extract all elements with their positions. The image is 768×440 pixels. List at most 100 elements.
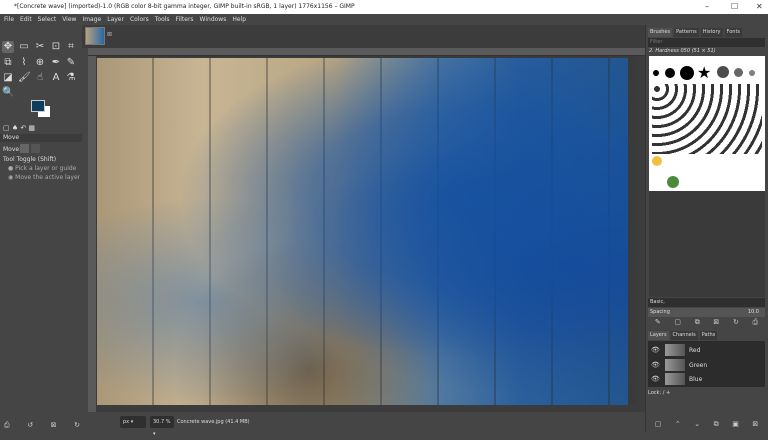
eye-icon[interactable]: 👁	[651, 361, 661, 369]
clone-icon[interactable]: ⊕	[34, 57, 46, 69]
menu-select[interactable]: Select	[38, 14, 57, 25]
foreground-color-swatch[interactable]	[31, 100, 45, 112]
close-button[interactable]: ✕	[756, 0, 763, 14]
maximize-button[interactable]: ☐	[731, 0, 738, 14]
tool-options-tabs-icon[interactable]: ▢ ♠ ↶ ▦	[3, 124, 35, 132]
to-selection-icon[interactable]: ▣	[732, 420, 739, 429]
paintbrush-icon[interactable]: 🖌	[18, 72, 31, 84]
save-options-icon[interactable]: ⎙	[4, 421, 10, 430]
color-picker-icon[interactable]: ✎	[65, 57, 77, 69]
brush-textures[interactable]	[652, 84, 762, 154]
lock-position-icon[interactable]: ✛	[666, 390, 670, 396]
menu-help[interactable]: Help	[232, 14, 246, 25]
brush-star-icon[interactable]: ★	[697, 63, 711, 82]
menu-bar: File Edit Select View Image Layer Colors…	[0, 14, 768, 25]
refresh-brushes-icon[interactable]: ↻	[733, 318, 739, 327]
vertical-scrollbar[interactable]	[636, 56, 645, 412]
menu-tools[interactable]: Tools	[155, 14, 170, 25]
zoom-tool-icon[interactable]: 🔍	[2, 87, 14, 99]
brush-item[interactable]	[734, 68, 743, 77]
menu-layer[interactable]: Layer	[107, 14, 124, 25]
smudge-icon[interactable]: ☝	[34, 72, 46, 84]
image-tabs	[82, 25, 645, 48]
restore-icon[interactable]: ↺	[27, 421, 33, 430]
delete-icon[interactable]: ⊠	[51, 421, 57, 430]
channel-name: Red	[689, 346, 701, 354]
tab-paths[interactable]: Paths	[699, 331, 718, 340]
new-channel-icon[interactable]: ▢	[655, 420, 662, 429]
brush-item[interactable]	[680, 66, 694, 80]
layers-tabs: Layers Channels Paths	[648, 331, 718, 340]
menu-windows[interactable]: Windows	[200, 14, 227, 25]
close-image-icon[interactable]: ⊠	[107, 31, 112, 38]
tool-options-panel: ▢ ♠ ↶ ▦ Move Move: Tool Toggle (Shift) ●…	[0, 122, 82, 192]
menu-view[interactable]: View	[62, 14, 76, 25]
paths-icon[interactable]: ✒	[50, 57, 62, 69]
warp-icon[interactable]: ⌇	[18, 57, 30, 69]
lock-row: Lock: / ✛	[648, 390, 670, 396]
zoom-select[interactable]: 30.7 % ▾	[150, 416, 174, 437]
scissors-icon[interactable]: ✂	[34, 41, 46, 53]
tab-brushes[interactable]: Brushes	[648, 28, 673, 37]
lower-icon[interactable]: ⌄	[694, 420, 700, 429]
dodge-icon[interactable]: ⚗	[65, 72, 77, 84]
channel-actions: ▢ ⌃ ⌄ ⧉ ▣ ⊠	[648, 420, 765, 429]
text-tool-icon[interactable]: A	[50, 72, 62, 84]
move-active-layer-radio[interactable]: ◉ Move the active layer	[8, 174, 80, 181]
spacing-slider[interactable]: Spacing 10.0	[648, 308, 765, 317]
unit-value: px	[123, 419, 130, 425]
brush-item[interactable]	[652, 156, 662, 166]
duplicate-brush-icon[interactable]: ⧉	[695, 318, 700, 327]
delete-channel-icon[interactable]: ⊠	[752, 420, 758, 429]
image-canvas[interactable]	[97, 58, 628, 405]
menu-file[interactable]: File	[4, 14, 14, 25]
brush-preset-select[interactable]: Basic,	[648, 298, 765, 307]
lock-label: Lock:	[648, 390, 662, 396]
brush-item[interactable]	[717, 66, 729, 78]
menu-filters[interactable]: Filters	[176, 14, 194, 25]
pick-layer-radio[interactable]: ● Pick a layer or guide	[8, 165, 76, 172]
channel-row-blue[interactable]: 👁 Blue	[648, 372, 765, 386]
rect-select-icon[interactable]: ▭	[18, 41, 30, 53]
duplicate-icon[interactable]: ⧉	[714, 420, 719, 429]
zoom-value: 30.7 %	[153, 419, 171, 425]
brush-item[interactable]	[667, 176, 679, 188]
move-layer-mode-button[interactable]	[20, 144, 29, 153]
transform-icon[interactable]: ⧉	[2, 57, 14, 69]
menu-colors[interactable]: Colors	[130, 14, 149, 25]
move-tool-icon[interactable]: ✥	[2, 41, 14, 53]
unit-select[interactable]: px ▾	[120, 416, 146, 428]
tab-channels[interactable]: Channels	[670, 331, 698, 340]
tab-patterns[interactable]: Patterns	[674, 28, 699, 37]
delete-brush-icon[interactable]: ⊠	[713, 318, 719, 327]
minimize-button[interactable]: –	[705, 0, 709, 14]
menu-edit[interactable]: Edit	[20, 14, 32, 25]
brush-grid[interactable]: ★	[649, 56, 765, 191]
new-brush-icon[interactable]: ▢	[674, 318, 681, 327]
brush-actions: ✎ ▢ ⧉ ⊠ ↻ ⎙	[648, 318, 765, 327]
tab-history[interactable]: History	[700, 28, 723, 37]
brush-item[interactable]	[665, 68, 675, 78]
brush-item[interactable]	[749, 70, 755, 76]
horizontal-ruler	[88, 48, 645, 56]
bucket-fill-icon[interactable]: ◪	[2, 72, 14, 84]
fuzzy-select-icon[interactable]: ⊡	[50, 41, 62, 53]
brush-filter-input[interactable]: Filter	[648, 38, 765, 47]
lock-pixels-icon[interactable]: /	[663, 390, 665, 396]
tab-layers[interactable]: Layers	[648, 331, 669, 340]
eye-icon[interactable]: 👁	[651, 375, 661, 383]
menu-image[interactable]: Image	[82, 14, 101, 25]
channel-row-red[interactable]: 👁 Red	[648, 343, 765, 357]
channel-row-green[interactable]: 👁 Green	[648, 358, 765, 372]
crop-icon[interactable]: ⌗	[65, 41, 77, 53]
horizontal-scrollbar[interactable]	[96, 405, 636, 412]
open-as-image-icon[interactable]: ⎙	[753, 318, 759, 327]
move-selection-mode-button[interactable]	[31, 144, 40, 153]
image-tab-thumbnail[interactable]	[85, 27, 105, 45]
edit-brush-icon[interactable]: ✎	[655, 318, 661, 327]
brush-item[interactable]	[653, 70, 659, 76]
reset-icon[interactable]: ↻	[74, 421, 80, 430]
raise-icon[interactable]: ⌃	[675, 420, 681, 429]
eye-icon[interactable]: 👁	[651, 346, 661, 354]
tab-fonts[interactable]: Fonts	[724, 28, 743, 37]
